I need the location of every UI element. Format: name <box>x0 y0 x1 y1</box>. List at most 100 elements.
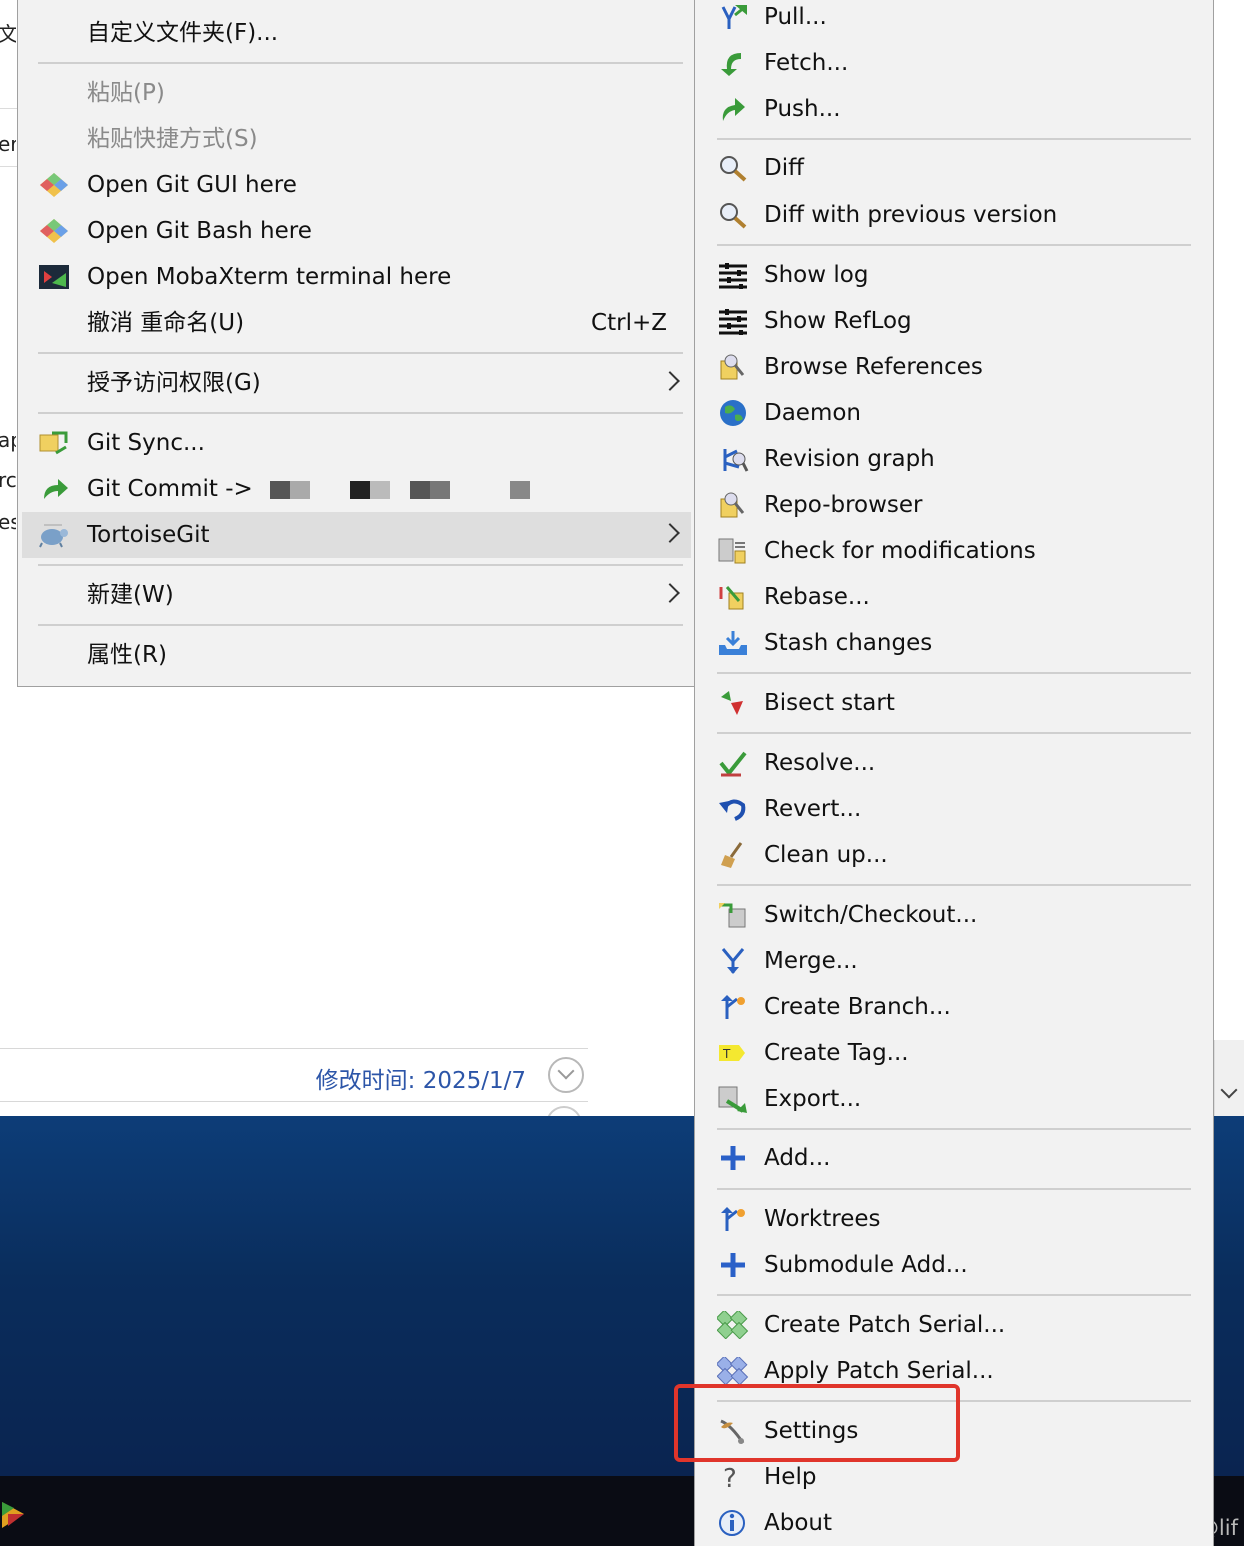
submenu-item-label: Export... <box>764 1086 862 1112</box>
left-fragment-text: er <box>0 132 16 156</box>
submenu-item-diff[interactable]: Diff <box>701 145 1207 191</box>
menu-item-label: Open MobaXterm terminal here <box>87 264 452 290</box>
submenu-item-switch-checkout[interactable]: Switch/Checkout... <box>701 892 1207 938</box>
menu-item-paste: 粘贴(P) <box>22 70 691 116</box>
submenu-item-rebase[interactable]: Rebase... <box>701 574 1207 620</box>
taskbar-app-icon[interactable] <box>0 1496 30 1532</box>
mobaxterm-icon <box>39 265 69 289</box>
menu-item-undo-rename[interactable]: 撤消 重命名(U) Ctrl+Z <box>22 300 691 346</box>
submenu-separator <box>717 1128 1191 1130</box>
submenu-item-show-reflog[interactable]: Show RefLog <box>701 298 1207 344</box>
chevron-down-icon <box>1220 1081 1238 1099</box>
revert-icon <box>719 799 746 821</box>
submenu-item-daemon[interactable]: Daemon <box>701 390 1207 436</box>
submenu-item-clean-up[interactable]: Clean up... <box>701 832 1207 878</box>
expand-chevron-button[interactable] <box>548 1057 584 1093</box>
pull-icon <box>721 5 747 29</box>
submenu-item-show-log[interactable]: Show log <box>701 252 1207 298</box>
menu-item-paste-shortcut: 粘贴快捷方式(S) <box>22 116 691 162</box>
submenu-separator <box>717 1188 1191 1190</box>
submenu-item-label: Browse References <box>764 354 983 380</box>
submenu-item-label: Daemon <box>764 400 862 426</box>
submenu-item-worktrees[interactable]: Worktrees <box>701 1196 1207 1242</box>
submenu-separator <box>717 732 1191 734</box>
submenu-item-create-patch-serial[interactable]: Create Patch Serial... <box>701 1302 1207 1348</box>
submenu-item-check-modifications[interactable]: Check for modifications <box>701 528 1207 574</box>
submenu-item-fetch[interactable]: Fetch... <box>701 40 1207 86</box>
revision-graph-icon <box>723 449 749 472</box>
menu-item-customize-folder[interactable]: 自定义文件夹(F)... <box>22 10 691 56</box>
check-modifications-icon <box>718 538 746 564</box>
menu-item-open-git-bash[interactable]: Open Git Bash here <box>22 208 691 254</box>
menu-item-label: 授予访问权限(G) <box>87 370 261 396</box>
worktrees-icon <box>721 1207 745 1231</box>
repo-browser-icon <box>720 492 745 518</box>
redacted-block <box>350 481 390 499</box>
submenu-item-label: Submodule Add... <box>764 1252 968 1278</box>
menu-separator <box>38 564 683 566</box>
menu-item-label: 撤消 重命名(U) <box>87 310 245 336</box>
scrollbar-down-button[interactable] <box>1214 1040 1244 1116</box>
svg-text:?: ? <box>723 1464 737 1491</box>
menu-item-grant-access[interactable]: 授予访问权限(G) <box>22 360 691 406</box>
submenu-item-browse-references[interactable]: Browse References <box>701 344 1207 390</box>
submenu-item-label: Diff with previous version <box>764 202 1058 228</box>
menu-separator <box>38 412 683 414</box>
submenu-item-submodule-add[interactable]: Submodule Add... <box>701 1242 1207 1288</box>
menu-item-label: 自定义文件夹(F)... <box>87 20 279 46</box>
menu-item-label: 粘贴快捷方式(S) <box>87 126 258 152</box>
submenu-item-create-tag[interactable]: T Create Tag... <box>701 1030 1207 1076</box>
submenu-item-export[interactable]: Export... <box>701 1076 1207 1122</box>
submenu-item-label: Revision graph <box>764 446 935 472</box>
submenu-separator <box>717 1294 1191 1296</box>
add-plus-icon <box>721 1146 745 1170</box>
submenu-item-label: Resolve... <box>764 750 876 776</box>
submenu-item-merge[interactable]: Merge... <box>701 938 1207 984</box>
submenu-item-pull[interactable]: Pull... <box>701 0 1207 40</box>
resolve-icon <box>719 751 747 777</box>
submenu-separator <box>717 138 1191 140</box>
submenu-item-label: Clean up... <box>764 842 888 868</box>
context-menu: 自定义文件夹(F)... 粘贴(P) 粘贴快捷方式(S) Open Git GU… <box>17 0 695 687</box>
menu-item-shortcut: Ctrl+Z <box>591 310 667 336</box>
left-fragment-text: rc <box>0 468 16 492</box>
daemon-globe-icon <box>720 400 746 426</box>
submenu-item-about[interactable]: About <box>701 1500 1207 1546</box>
submenu-item-repo-browser[interactable]: Repo-browser <box>701 482 1207 528</box>
submenu-item-revision-graph[interactable]: Revision graph <box>701 436 1207 482</box>
diff-icon <box>720 156 747 182</box>
submenu-item-label: Push... <box>764 96 841 122</box>
tortoisegit-submenu: Pull... Fetch... Push... Diff Diff with … <box>694 0 1214 1546</box>
menu-item-open-git-gui[interactable]: Open Git GUI here <box>22 162 691 208</box>
menu-item-properties[interactable]: 属性(R) <box>22 632 691 678</box>
chevron-right-icon <box>660 583 680 603</box>
menu-item-label: 新建(W) <box>87 582 174 608</box>
menu-item-git-sync[interactable]: Git Sync... <box>22 420 691 466</box>
menu-item-new[interactable]: 新建(W) <box>22 572 691 618</box>
export-icon <box>718 1086 747 1113</box>
menu-separator <box>38 62 683 64</box>
submenu-item-label: Rebase... <box>764 584 870 610</box>
submenu-item-add[interactable]: Add... <box>701 1135 1207 1181</box>
submenu-item-stash-changes[interactable]: Stash changes <box>701 620 1207 666</box>
submenu-item-bisect-start[interactable]: Bisect start <box>701 680 1207 726</box>
menu-item-tortoisegit[interactable]: TortoiseGit <box>22 512 691 558</box>
submenu-separator <box>717 672 1191 674</box>
git-commit-icon <box>44 479 68 499</box>
menu-item-label: Open Git GUI here <box>87 172 297 198</box>
submenu-item-create-branch[interactable]: Create Branch... <box>701 984 1207 1030</box>
submenu-item-label: Check for modifications <box>764 538 1036 564</box>
menu-item-label: Git Commit -> <box>87 476 253 502</box>
push-icon <box>722 98 745 121</box>
submenu-item-label: Pull... <box>764 4 827 30</box>
divider <box>0 166 18 167</box>
create-branch-icon <box>721 995 745 1019</box>
submenu-item-revert[interactable]: Revert... <box>701 786 1207 832</box>
menu-item-open-mobaxterm[interactable]: Open MobaXterm terminal here <box>22 254 691 300</box>
submenu-item-push[interactable]: Push... <box>701 86 1207 132</box>
submenu-item-resolve[interactable]: Resolve... <box>701 740 1207 786</box>
rebase-icon <box>719 586 744 610</box>
apply-patch-icon <box>717 1357 749 1385</box>
show-log-icon <box>719 263 747 289</box>
submenu-item-diff-previous[interactable]: Diff with previous version <box>701 192 1207 238</box>
